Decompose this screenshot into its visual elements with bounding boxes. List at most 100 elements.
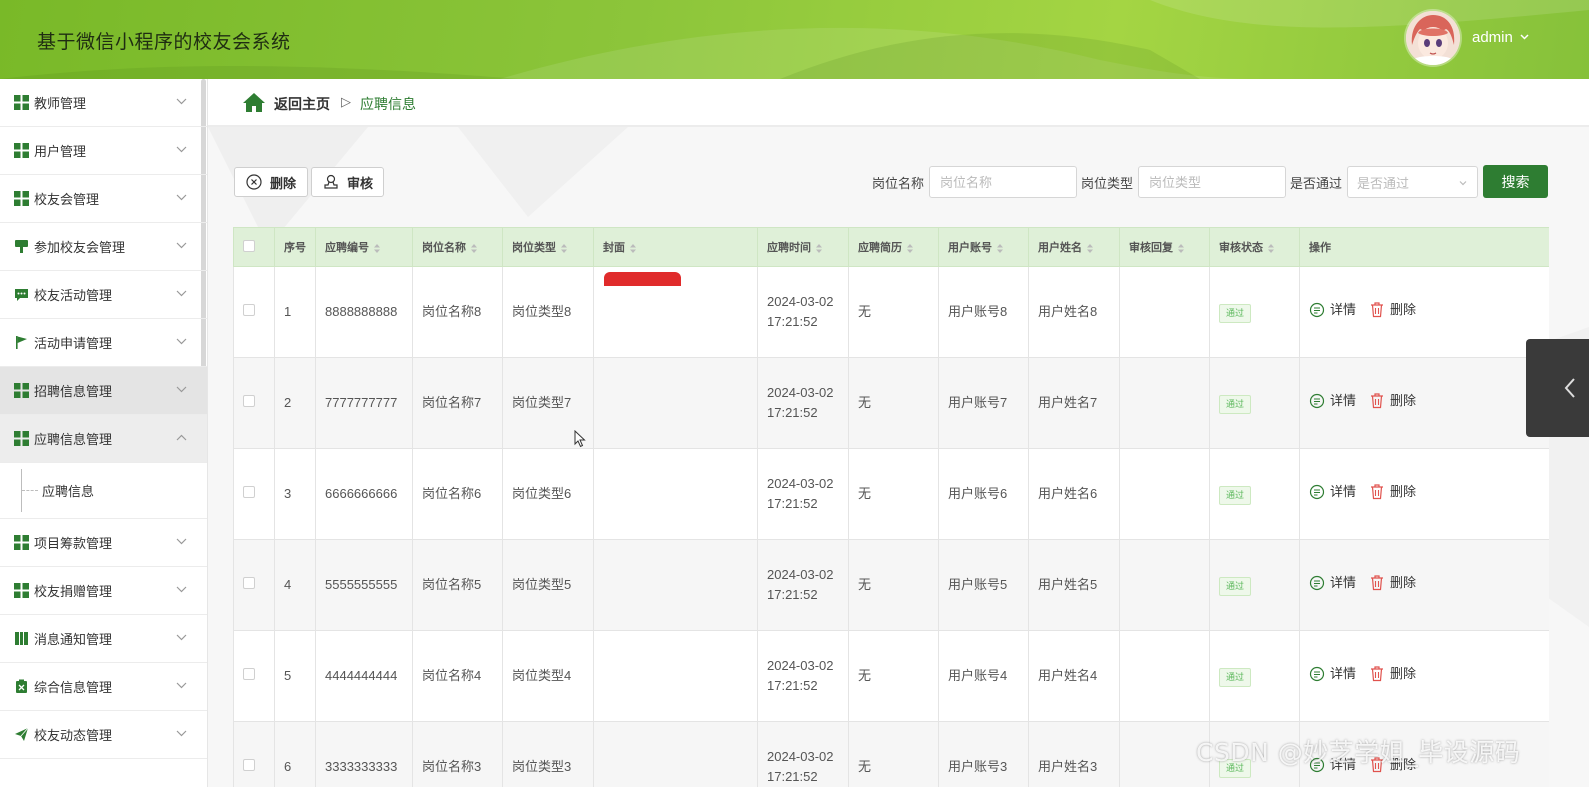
sidebar-item[interactable]: 用户管理	[0, 127, 207, 175]
cell-date: 2024-03-02	[767, 749, 834, 764]
table-row[interactable]: 4 5555555555 岗位名称5 岗位类型5 2024-03-02 17:21:52 无…	[233, 539, 1549, 631]
sort-icon[interactable]	[816, 243, 822, 253]
cell-post-name: 岗位名称6	[412, 448, 503, 540]
column-header-sortable[interactable]: 岗位名称	[412, 227, 503, 267]
detail-button[interactable]: 详情	[1309, 391, 1356, 411]
cell-resume: 无	[848, 266, 939, 358]
sidebar-item[interactable]: 综合信息管理	[0, 663, 207, 711]
cell-account: 用户账号7	[938, 357, 1029, 449]
column-header-sortable[interactable]: 应聘编号	[315, 227, 413, 267]
column-header-sortable[interactable]: 应聘时间	[757, 227, 849, 267]
row-checkbox[interactable]	[243, 304, 255, 316]
sort-icon[interactable]	[1268, 243, 1274, 253]
cell-apply-time: 2024-03-02 17:21:52	[757, 721, 849, 787]
close-circle-icon	[246, 174, 262, 190]
row-delete-button[interactable]: 删除	[1369, 482, 1416, 502]
cell-account: 用户账号4	[938, 630, 1029, 722]
sidebar-item[interactable]: 校友活动管理	[0, 271, 207, 319]
cell-actions: 详情 删除	[1299, 630, 1549, 722]
table-row[interactable]: 3 6666666666 岗位名称6 岗位类型6 2024-03-02 17:21:52 无…	[233, 448, 1549, 540]
column-header-sortable[interactable]: 用户姓名	[1028, 227, 1120, 267]
sidebar-item[interactable]: 参加校友会管理	[0, 223, 207, 271]
sidebar-item[interactable]: 校友动态管理	[0, 711, 207, 759]
detail-button[interactable]: 详情	[1309, 664, 1356, 684]
sort-icon[interactable]	[561, 243, 567, 253]
sidebar-item[interactable]: 消息通知管理	[0, 615, 207, 663]
select-all-checkbox[interactable]	[243, 239, 255, 252]
cell-status: 通过	[1209, 630, 1300, 722]
row-delete-button[interactable]: 删除	[1369, 573, 1416, 593]
row-select-cell	[233, 539, 275, 631]
row-delete-button[interactable]: 删除	[1369, 391, 1416, 411]
row-checkbox[interactable]	[243, 577, 255, 589]
sort-icon[interactable]	[374, 243, 380, 253]
side-panel-toggle[interactable]	[1526, 339, 1589, 437]
cover-image-thumbnail[interactable]	[604, 272, 681, 286]
cell-post-type: 岗位类型3	[502, 721, 594, 787]
sort-icon[interactable]	[907, 243, 913, 253]
post-type-input[interactable]	[1138, 166, 1286, 198]
cell-apply-time: 2024-03-02 17:21:52	[757, 539, 849, 631]
column-header-label: 审核回复	[1129, 242, 1173, 254]
detail-button[interactable]: 详情	[1309, 300, 1356, 320]
sidebar-item[interactable]: 项目筹款管理	[0, 519, 207, 567]
status-badge: 通过	[1219, 485, 1252, 505]
row-checkbox[interactable]	[243, 395, 255, 407]
column-header-label: 岗位名称	[422, 242, 466, 254]
sidebar-item[interactable]: 校友捐赠管理	[0, 567, 207, 615]
sidebar-subitem[interactable]: 应聘信息	[0, 463, 207, 519]
chevron-down-icon	[1459, 181, 1467, 186]
sort-icon[interactable]	[1087, 243, 1093, 253]
cell-date: 2024-03-02	[767, 385, 834, 400]
table-row[interactable]: 5 4444444444 岗位名称4 岗位类型4 2024-03-02 17:21:52 无…	[233, 630, 1549, 722]
row-checkbox[interactable]	[243, 486, 255, 498]
column-header-sortable[interactable]: 审核回复	[1119, 227, 1210, 267]
column-header-sortable[interactable]: 岗位类型	[502, 227, 594, 267]
chevron-down-icon	[176, 194, 187, 201]
detail-icon	[1309, 576, 1325, 591]
cell-user-name: 用户姓名3	[1028, 721, 1120, 787]
column-header-label: 应聘时间	[767, 242, 811, 254]
sidebar-item[interactable]: 招聘信息管理	[0, 367, 207, 415]
row-select-cell	[233, 721, 275, 787]
column-header-sortable[interactable]: 审核状态	[1209, 227, 1300, 267]
row-delete-button[interactable]: 删除	[1369, 664, 1416, 684]
sort-icon[interactable]	[471, 243, 477, 253]
user-name[interactable]: admin	[1472, 29, 1513, 46]
cell-time: 17:21:52	[767, 314, 818, 329]
delete-button[interactable]: 删除	[234, 167, 308, 197]
column-header-sortable[interactable]: 应聘简历	[848, 227, 939, 267]
row-checkbox[interactable]	[243, 759, 255, 771]
detail-button[interactable]: 详情	[1309, 482, 1356, 502]
sort-icon[interactable]	[997, 243, 1003, 253]
cell-time: 17:21:52	[767, 769, 818, 784]
cell-post-name: 岗位名称4	[412, 630, 503, 722]
sidebar-item[interactable]: 应聘信息管理	[0, 415, 207, 463]
chevron-down-icon[interactable]	[1520, 32, 1529, 41]
search-button[interactable]: 搜索	[1483, 165, 1548, 198]
table-row[interactable]: 2 7777777777 岗位名称7 岗位类型7 2024-03-02 17:21:52 无…	[233, 357, 1549, 449]
sort-icon[interactable]	[1178, 243, 1184, 253]
sidebar-item-label: 活动申请管理	[34, 336, 113, 351]
detail-icon	[1309, 667, 1325, 682]
sort-icon[interactable]	[630, 243, 636, 253]
home-icon[interactable]	[242, 92, 266, 113]
detail-button[interactable]: 详情	[1309, 573, 1356, 593]
user-avatar[interactable]	[1406, 11, 1460, 65]
chevron-left-icon	[1564, 378, 1575, 398]
post-name-input[interactable]	[929, 166, 1077, 198]
breadcrumb-home-link[interactable]: 返回主页	[274, 94, 330, 114]
column-header-label: 应聘简历	[858, 242, 902, 254]
column-header-sortable[interactable]: 用户账号	[938, 227, 1029, 267]
table-row[interactable]: 1 8888888888 岗位名称8 岗位类型8 2024-03-02 17:21:52 无…	[233, 266, 1549, 358]
column-header-sortable[interactable]: 封面	[593, 227, 758, 267]
row-checkbox[interactable]	[243, 668, 255, 680]
sidebar-item[interactable]: 活动申请管理	[0, 319, 207, 367]
chevron-down-icon	[176, 290, 187, 297]
audit-button[interactable]: 审核	[311, 167, 384, 197]
row-delete-label: 删除	[1390, 301, 1417, 317]
row-delete-button[interactable]: 删除	[1369, 300, 1416, 320]
sidebar-item[interactable]: 校友会管理	[0, 175, 207, 223]
passed-select[interactable]: 是否通过	[1347, 166, 1478, 198]
sidebar-item[interactable]: 教师管理	[0, 79, 207, 127]
